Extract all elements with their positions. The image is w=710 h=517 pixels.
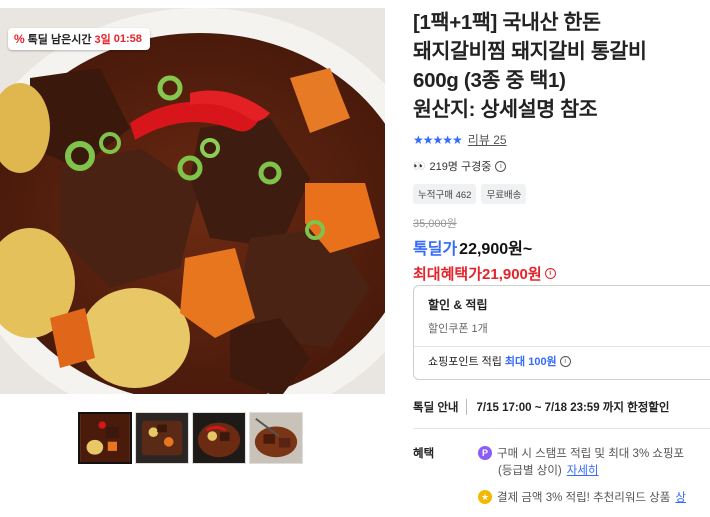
deal-info-label: 톡딜 안내 — [413, 399, 467, 415]
star-rating-icon: ★★★★★ — [413, 132, 463, 147]
deal-timer-badge: % 톡딜 남은시간 3일 01:58 — [8, 28, 150, 50]
badge-row: 누적구매 462 무료배송 — [413, 184, 710, 204]
thumbnail-2[interactable] — [135, 412, 189, 464]
point-p-icon: P — [478, 446, 492, 460]
discount-percent-icon: % — [14, 32, 25, 46]
stamp-benefit-text: 구매 시 스탬프 적립 및 최대 3% 쇼핑포 — [497, 448, 685, 460]
deal-price-label: 톡딜가 — [413, 241, 458, 258]
deal-price-row: 톡딜가 22,900원~ — [413, 235, 710, 259]
shopping-points-label: 쇼핑포인트 적립 — [428, 356, 502, 368]
stamp-benefit-line: P 구매 시 스탬프 적립 및 최대 3% 쇼핑포 — [478, 445, 684, 461]
stamp-benefit-sub: (등급별 상이) 자세히 — [498, 462, 599, 478]
viewers-count: 219명 구경중 — [429, 161, 492, 173]
benefits-label: 혜택 — [413, 448, 435, 460]
reward-benefit-line: ★ 결제 금액 3% 적립! 추천리워드 상품 상 — [478, 489, 686, 505]
deal-timer-days: 3일 — [94, 34, 111, 46]
coupon-count: 할인쿠폰 1개 — [428, 323, 488, 335]
reward-icon: ★ — [478, 490, 492, 504]
section-divider — [413, 428, 710, 429]
product-info-panel: [1팩+1팩] 국내산 한돈 돼지갈비찜 돼지갈비 통갈비 600g (3종 중… — [413, 8, 710, 504]
thumbnail-3[interactable] — [192, 412, 246, 464]
discount-points-box[interactable]: 할인 & 적립 할인쿠폰 1개 쇼핑포인트 적립 최대 100원 i — [413, 285, 710, 380]
deal-period: 7/15 17:00 ~ 7/18 23:59 까지 한정할인 — [476, 402, 670, 414]
product-title: [1팩+1팩] 국내산 한돈 돼지갈비찜 돼지갈비 통갈비 600g (3종 중… — [413, 11, 647, 121]
viewers-row: 👀 219명 구경중 i — [413, 158, 710, 174]
deal-info-row: 톡딜 안내 7/15 17:00 ~ 7/18 23:59 까지 한정할인 — [413, 399, 669, 415]
thumbnail-strip — [78, 412, 303, 464]
shopping-points-row: 쇼핑포인트 적립 최대 100원 i — [428, 353, 571, 369]
reward-detail-link[interactable]: 상 — [675, 489, 686, 505]
max-benefit-price-row: 최대혜택가 21,900원 i — [413, 263, 710, 284]
free-shipping-badge: 무료배송 — [481, 184, 527, 204]
shopping-points-value: 최대 100원 — [504, 356, 557, 368]
detail-link[interactable]: 자세히 — [567, 462, 599, 478]
main-product-image[interactable]: % 톡딜 남은시간 3일 01:58 — [0, 8, 385, 394]
rating-row: ★★★★★ 리뷰 25 — [413, 131, 710, 148]
points-info-icon[interactable]: i — [559, 355, 571, 367]
eyes-icon: 👀 — [413, 160, 426, 172]
review-count-link[interactable]: 리뷰 25 — [468, 131, 507, 148]
deal-price: 22,900원~ — [459, 241, 533, 258]
discount-points-title: 할인 & 적립 — [428, 298, 488, 312]
max-benefit-info-icon[interactable]: i — [544, 268, 556, 279]
max-benefit-price: 21,900원 — [482, 266, 542, 283]
max-benefit-label: 최대혜택가 — [413, 266, 483, 283]
box-divider — [414, 346, 710, 347]
cumulative-purchase-badge: 누적구매 462 — [413, 184, 477, 204]
thumbnail-1[interactable] — [78, 412, 132, 464]
deal-timer-time: 01:58 — [113, 33, 142, 45]
braised-pork-ribs-photo — [0, 8, 385, 394]
thumbnail-4[interactable] — [249, 412, 303, 464]
original-price: 35,000원 — [413, 218, 457, 230]
reward-benefit-text: 결제 금액 3% 적립! 추천리워드 상품 — [497, 492, 671, 504]
info-icon[interactable]: i — [495, 160, 507, 172]
grade-note: (등급별 상이) — [498, 465, 562, 477]
deal-timer-label: 톡딜 남은시간 — [27, 34, 92, 46]
